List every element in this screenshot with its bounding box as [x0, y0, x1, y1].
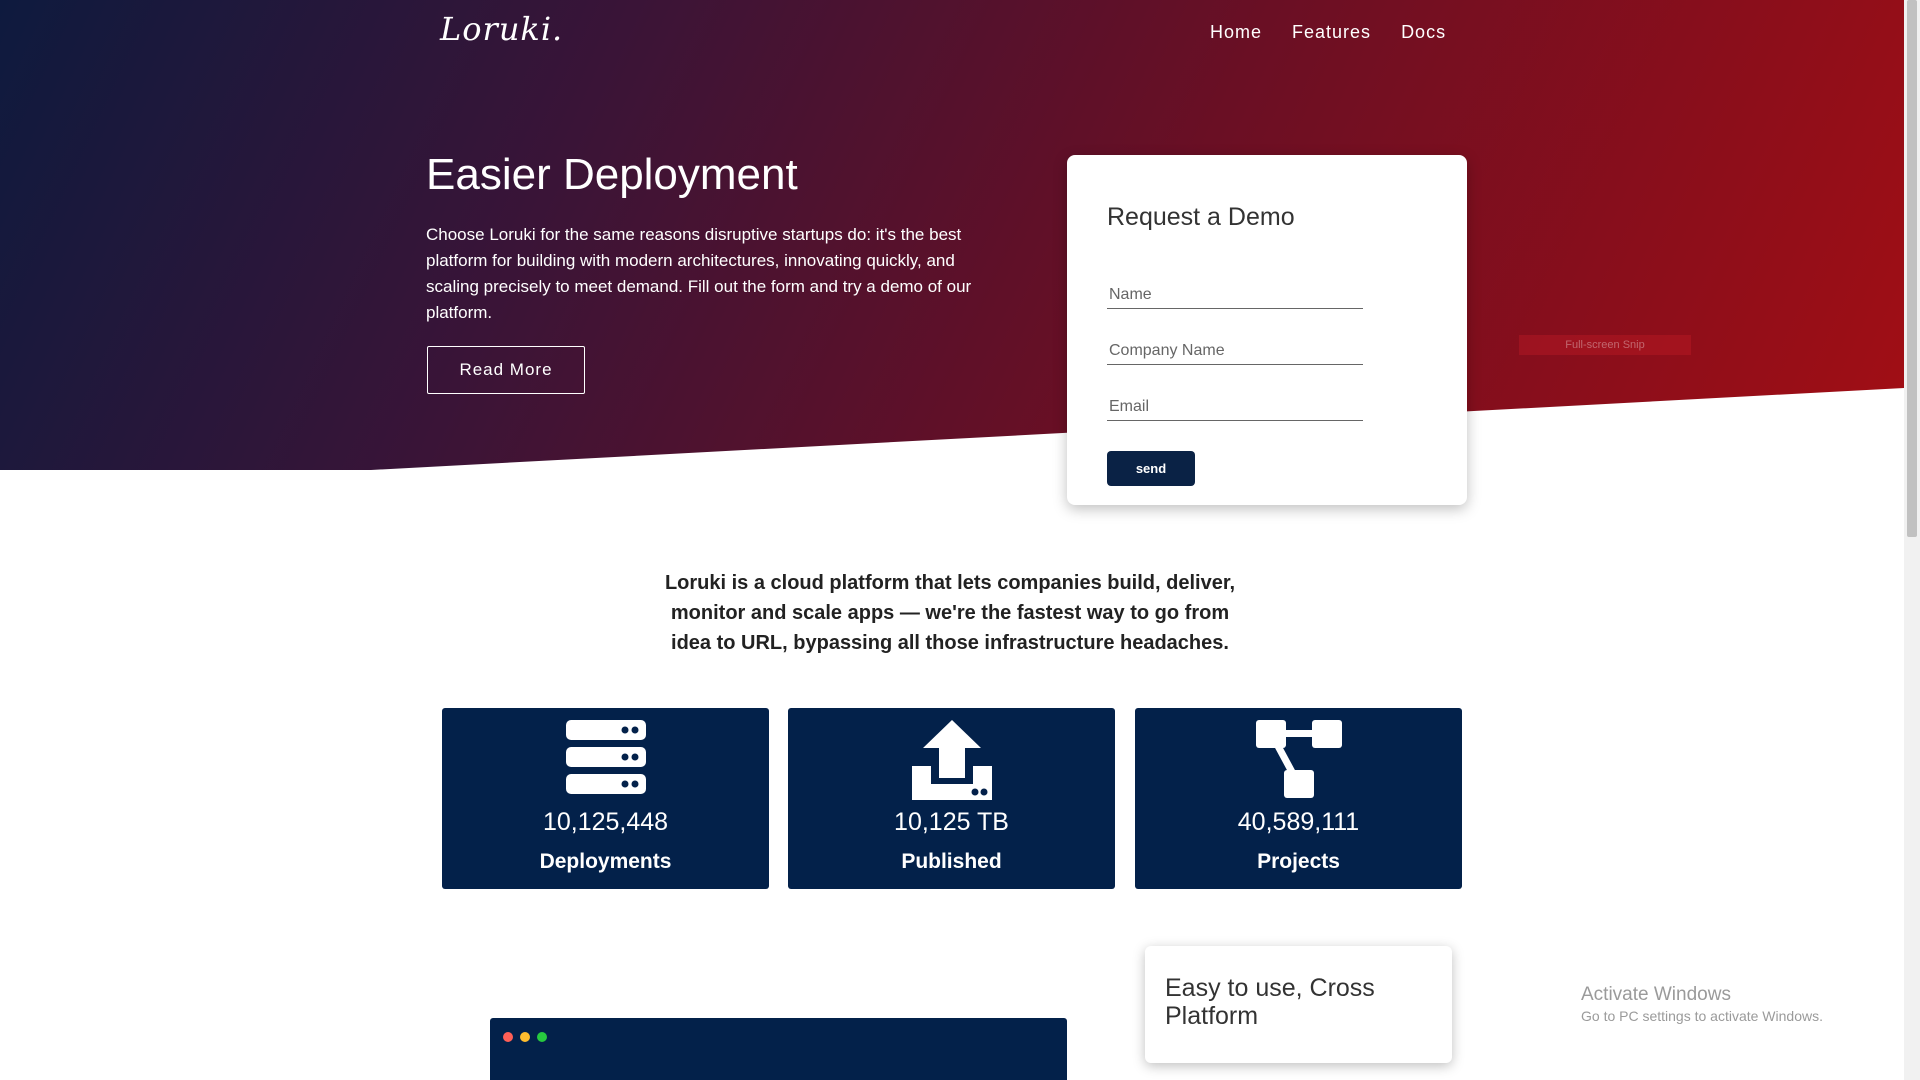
window-dot-red — [503, 1032, 513, 1042]
feature-card: Easy to use, Cross Platform — [1145, 946, 1452, 1063]
snip-tooltip: Full-screen Snip — [1519, 335, 1691, 355]
project-diagram-icon — [1255, 720, 1342, 798]
intro-text: Loruki is a cloud platform that lets com… — [664, 572, 1236, 654]
send-button[interactable]: send — [1107, 451, 1195, 486]
stat-label: Deployments — [539, 850, 672, 873]
email-field[interactable] — [1107, 393, 1363, 421]
stat-label: Projects — [1257, 850, 1340, 873]
stat-card-projects: 40,589,111 Projects — [1135, 708, 1462, 889]
upload-icon — [911, 720, 992, 800]
vertical-scrollbar[interactable] — [1904, 0, 1920, 1080]
browser-mockup — [490, 1018, 1067, 1080]
watermark-subtitle: Go to PC settings to activate Windows. — [1581, 1008, 1823, 1024]
main-nav: Home Features Docs — [1210, 22, 1446, 43]
nav-link-docs[interactable]: Docs — [1401, 22, 1446, 43]
activate-windows-watermark: Activate Windows Go to PC settings to ac… — [1581, 984, 1823, 1024]
stat-number: 10,125,448 — [542, 808, 669, 836]
stat-card-deployments: 10,125,448 Deployments — [442, 708, 769, 889]
stat-label: Published — [901, 850, 1002, 873]
demo-title: Request a Demo — [1107, 203, 1295, 231]
nav-link-home[interactable]: Home — [1210, 22, 1262, 43]
nav-link-features[interactable]: Features — [1292, 22, 1371, 43]
watermark-title: Activate Windows — [1581, 984, 1731, 1005]
logo[interactable]: Loruki. — [440, 10, 563, 48]
read-more-button[interactable]: Read More — [427, 346, 585, 394]
stat-number: 10,125 TB — [894, 808, 1009, 836]
stat-number: 40,589,111 — [1237, 808, 1360, 836]
stat-card-published: 10,125 TB Published — [788, 708, 1115, 889]
page: Loruki. Home Features Docs Easier Deploy… — [0, 0, 1904, 1080]
hero-text: Choose Loruki for the same reasons disru… — [426, 225, 972, 322]
request-demo-card: Request a Demo send — [1067, 155, 1467, 505]
company-name-field[interactable] — [1107, 337, 1363, 365]
window-dot-green — [537, 1032, 547, 1042]
hero-title: Easier Deployment — [426, 150, 798, 199]
server-icon — [565, 720, 646, 794]
feature-title: Easy to use, Cross Platform — [1165, 974, 1375, 1030]
scrollbar-thumb[interactable] — [1907, 0, 1917, 537]
name-field[interactable] — [1107, 281, 1363, 309]
window-dot-yellow — [520, 1032, 530, 1042]
